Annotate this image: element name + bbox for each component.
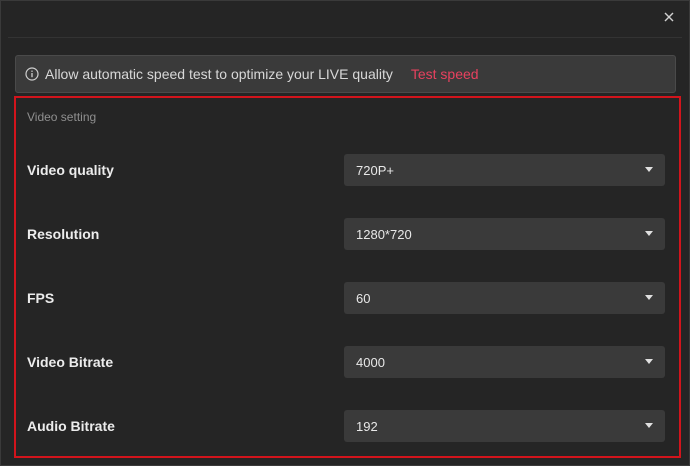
row-video-bitrate: Video Bitrate 4000 bbox=[16, 346, 679, 378]
close-button[interactable] bbox=[659, 7, 679, 27]
select-value: 4000 bbox=[356, 355, 385, 370]
title-bar bbox=[1, 1, 689, 35]
row-label: Resolution bbox=[27, 226, 100, 242]
row-fps: FPS 60 bbox=[16, 282, 679, 314]
info-icon bbox=[25, 67, 39, 81]
select-value: 720P+ bbox=[356, 163, 394, 178]
caret-down-icon bbox=[645, 359, 653, 364]
caret-down-icon bbox=[645, 295, 653, 300]
banner-message: Allow automatic speed test to optimize y… bbox=[45, 66, 393, 82]
row-audio-bitrate: Audio Bitrate 192 bbox=[16, 410, 679, 442]
select-value: 1280*720 bbox=[356, 227, 412, 242]
select-value: 60 bbox=[356, 291, 371, 306]
audio-bitrate-select[interactable]: 192 bbox=[344, 410, 665, 442]
row-label: Video Bitrate bbox=[27, 354, 114, 370]
resolution-select[interactable]: 1280*720 bbox=[344, 218, 665, 250]
fps-select[interactable]: 60 bbox=[344, 282, 665, 314]
row-label: Video quality bbox=[27, 162, 114, 178]
video-bitrate-select[interactable]: 4000 bbox=[344, 346, 665, 378]
select-value: 192 bbox=[356, 419, 378, 434]
video-setting-panel: Video setting Video quality 720P+ Resolu… bbox=[14, 96, 681, 458]
row-video-quality: Video quality 720P+ bbox=[16, 154, 679, 186]
test-speed-link[interactable]: Test speed bbox=[411, 66, 479, 82]
caret-down-icon bbox=[645, 167, 653, 172]
speed-test-banner: Allow automatic speed test to optimize y… bbox=[15, 55, 676, 93]
row-resolution: Resolution 1280*720 bbox=[16, 218, 679, 250]
caret-down-icon bbox=[645, 423, 653, 428]
caret-down-icon bbox=[645, 231, 653, 236]
row-label: FPS bbox=[27, 290, 55, 306]
section-title: Video setting bbox=[27, 110, 97, 124]
row-label: Audio Bitrate bbox=[27, 418, 115, 434]
title-divider bbox=[8, 37, 682, 38]
video-quality-select[interactable]: 720P+ bbox=[344, 154, 665, 186]
close-icon bbox=[664, 12, 674, 22]
